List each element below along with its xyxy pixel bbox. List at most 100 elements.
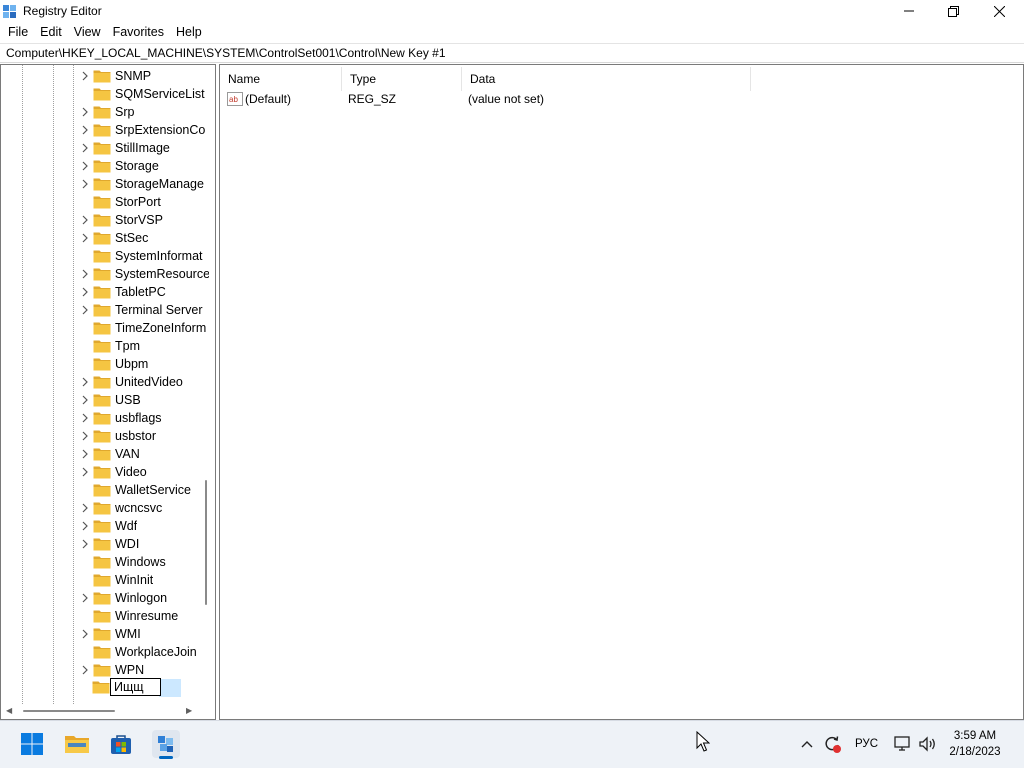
tree-node[interactable]: StorPort <box>79 193 209 211</box>
tree-node-label: Wdf <box>115 519 138 533</box>
rename-key-input[interactable]: Ищщ <box>110 678 161 696</box>
tree-node[interactable]: VAN <box>79 445 209 463</box>
chevron-right-icon[interactable] <box>79 409 91 427</box>
tree-node[interactable]: Srp <box>79 103 209 121</box>
chevron-right-icon[interactable] <box>79 301 91 319</box>
input-language-indicator[interactable]: РУС <box>855 738 878 750</box>
clock-date[interactable]: 2/18/2023 <box>930 746 1020 758</box>
tree-node[interactable]: Storage <box>79 157 209 175</box>
tree-node[interactable]: WinInit <box>79 571 209 589</box>
column-header-type[interactable]: Type <box>342 67 462 91</box>
chevron-right-icon[interactable] <box>79 175 91 193</box>
close-button[interactable] <box>976 0 1022 22</box>
network-icon[interactable] <box>894 736 912 752</box>
values-list-pane[interactable]: Name Type Data ab (Default) REG_SZ (valu… <box>219 64 1024 720</box>
chevron-right-icon[interactable] <box>79 265 91 283</box>
menu-edit[interactable]: Edit <box>34 22 68 42</box>
tree-node[interactable]: StorVSP <box>79 211 209 229</box>
tree-horizontal-scroll-thumb[interactable] <box>23 710 115 712</box>
tree-vertical-scroll-thumb[interactable] <box>205 480 207 605</box>
tree-node[interactable]: Windows <box>79 553 209 571</box>
key-tree-pane[interactable]: SNMP SQMServiceList Srp SrpExtensionCo Still… <box>0 64 216 720</box>
tree-node[interactable]: UnitedVideo <box>79 373 209 391</box>
chevron-right-icon[interactable] <box>79 517 91 535</box>
tree-node[interactable]: StSec <box>79 229 209 247</box>
folder-icon <box>93 232 111 245</box>
clock-time[interactable]: 3:59 AM <box>930 730 1020 742</box>
file-explorer-taskbar-button[interactable] <box>63 730 91 758</box>
tree-node[interactable]: StillImage <box>79 139 209 157</box>
chevron-right-icon[interactable] <box>79 211 91 229</box>
tree-node[interactable]: SystemResource <box>79 265 209 283</box>
tree-node[interactable]: Winresume <box>79 607 209 625</box>
chevron-right-icon[interactable] <box>79 121 91 139</box>
tree-node[interactable]: WorkplaceJoin <box>79 643 209 661</box>
chevron-right-icon[interactable] <box>79 157 91 175</box>
minimize-button[interactable] <box>886 0 932 22</box>
menu-view[interactable]: View <box>68 22 107 42</box>
folder-icon <box>93 250 111 263</box>
chevron-right-icon[interactable] <box>79 373 91 391</box>
tree-node[interactable]: WalletService <box>79 481 209 499</box>
address-bar[interactable]: Computer\HKEY_LOCAL_MACHINE\SYSTEM\Contr… <box>0 43 1024 63</box>
chevron-right-icon[interactable] <box>79 499 91 517</box>
tree-node[interactable]: StorageManage <box>79 175 209 193</box>
tree-node[interactable]: SNMP <box>79 67 209 85</box>
chevron-right-icon[interactable] <box>79 463 91 481</box>
chevron-right-icon[interactable] <box>79 661 91 679</box>
scroll-right-arrow-icon[interactable]: ▶ <box>186 706 192 715</box>
chevron-right-icon[interactable] <box>79 445 91 463</box>
tree-horizontal-scrollbar[interactable]: ◀ ▶ <box>1 703 215 719</box>
tree-node[interactable]: WDI <box>79 535 209 553</box>
tree-node[interactable]: Winlogon <box>79 589 209 607</box>
title-bar[interactable]: Registry Editor <box>0 0 1024 22</box>
menu-file[interactable]: File <box>2 22 34 42</box>
chevron-right-icon[interactable] <box>79 589 91 607</box>
tree-node[interactable]: Ubpm <box>79 355 209 373</box>
chevron-right-icon[interactable] <box>79 67 91 85</box>
chevron-right-icon[interactable] <box>79 535 91 553</box>
menu-help[interactable]: Help <box>170 22 208 42</box>
chevron-right-icon[interactable] <box>79 103 91 121</box>
tree-node[interactable]: Tpm <box>79 337 209 355</box>
tree-node[interactable]: Video <box>79 463 209 481</box>
chevron-right-icon[interactable] <box>79 229 91 247</box>
chevron-right-icon[interactable] <box>79 427 91 445</box>
column-header-name[interactable]: Name <box>220 67 342 91</box>
chevron-right-icon[interactable] <box>79 139 91 157</box>
tree-node[interactable]: WMI <box>79 625 209 643</box>
tree-node[interactable]: SQMServiceList <box>79 85 209 103</box>
registry-editor-window: Registry Editor File Edit View Favorites… <box>0 0 1024 720</box>
folder-icon <box>93 664 111 677</box>
tree-node[interactable]: wcncsvc <box>79 499 209 517</box>
start-button[interactable] <box>18 730 46 758</box>
tree-node[interactable]: WPN <box>79 661 209 679</box>
column-header-data[interactable]: Data <box>462 67 751 91</box>
new-key-folder-icon <box>92 681 110 694</box>
store-taskbar-button[interactable] <box>107 730 135 758</box>
folder-icon <box>93 358 111 371</box>
registry-editor-taskbar-button[interactable] <box>152 730 180 759</box>
tree-node[interactable]: TimeZoneInform <box>79 319 209 337</box>
tree-node-label: Tpm <box>115 339 140 353</box>
chevron-up-icon[interactable] <box>801 739 813 749</box>
chevron-right-icon[interactable] <box>79 283 91 301</box>
restore-button[interactable] <box>930 0 976 22</box>
tree-node[interactable]: SrpExtensionCo <box>79 121 209 139</box>
tree-node[interactable]: SystemInformat <box>79 247 209 265</box>
scroll-left-arrow-icon[interactable]: ◀ <box>6 706 12 715</box>
update-sync-icon[interactable] <box>822 734 842 754</box>
tree-node[interactable]: usbstor <box>79 427 209 445</box>
tree-node[interactable]: TabletPC <box>79 283 209 301</box>
tree-node[interactable]: USB <box>79 391 209 409</box>
tree-node-label: StillImage <box>115 141 170 155</box>
folder-icon <box>93 646 111 659</box>
menu-favorites[interactable]: Favorites <box>107 22 170 42</box>
chevron-right-icon[interactable] <box>79 625 91 643</box>
tree-node[interactable]: Terminal Server <box>79 301 209 319</box>
tree-node[interactable]: usbflags <box>79 409 209 427</box>
chevron-right-icon[interactable] <box>79 391 91 409</box>
tree-vertical-scrollbar[interactable] <box>201 65 215 703</box>
tree-node[interactable]: Wdf <box>79 517 209 535</box>
list-row[interactable]: ab (Default) REG_SZ (value not set) <box>220 90 820 108</box>
